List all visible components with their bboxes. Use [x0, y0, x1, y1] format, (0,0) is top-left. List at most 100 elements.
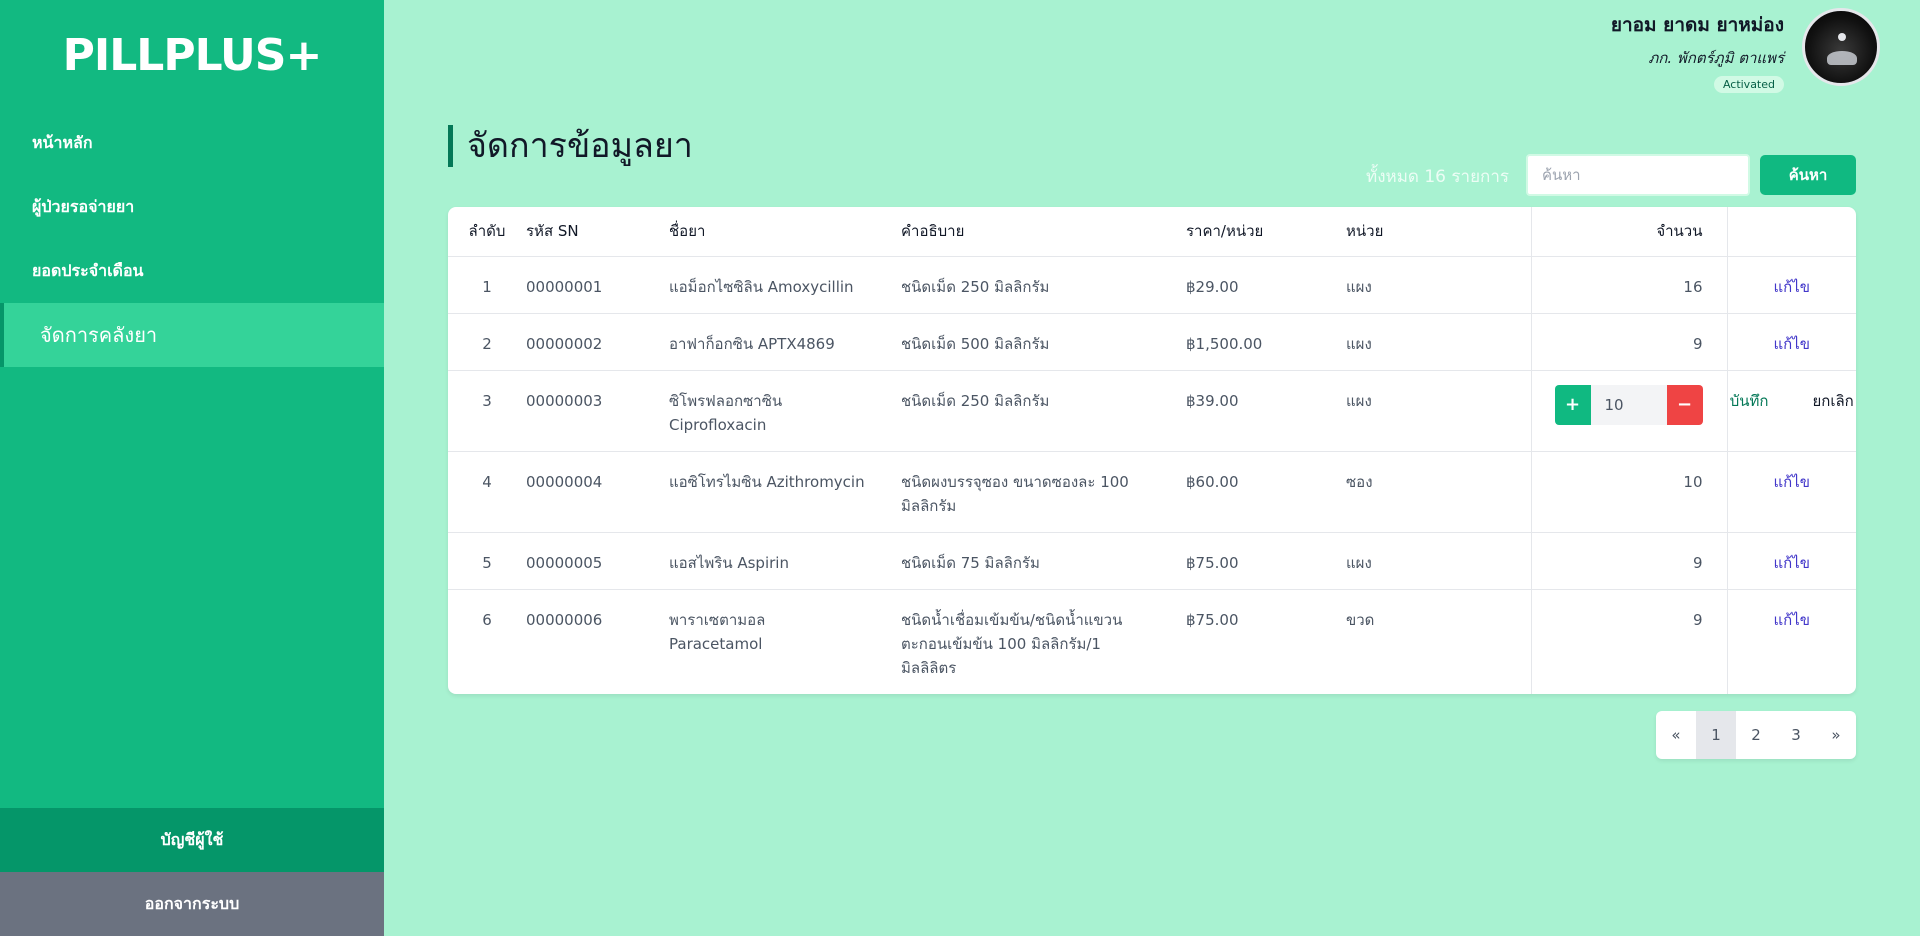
cell-qty: 10 — [1530, 451, 1727, 533]
table-row: 5 00000005 แอสไพริน Aspirin ชนิดเม็ด 75 … — [448, 532, 1856, 590]
cell-no: 3 — [448, 370, 526, 452]
edit-link[interactable]: แก้ไข — [1773, 554, 1810, 572]
cell-name: แอซิโทรไมซิน Azithromycin — [669, 451, 901, 533]
pagination-next[interactable]: » — [1816, 711, 1856, 759]
cell-action: บันทึก ยกเลิก — [1726, 370, 1856, 452]
cell-sn: 00000005 — [526, 532, 669, 590]
total-count: ทั้งหมด 16 รายการ — [1366, 167, 1510, 187]
header-desc: คำอธิบาย — [901, 207, 1186, 257]
cell-desc: ชนิดเม็ด 75 มิลลิกรัม — [901, 532, 1186, 590]
cell-price: ฿75.00 — [1186, 532, 1346, 590]
cell-price: ฿75.00 — [1186, 610, 1239, 629]
sidebar-item-monthly-summary[interactable]: ยอดประจำเดือน — [0, 239, 384, 303]
header-qty: จำนวน — [1530, 207, 1727, 257]
cell-action: แก้ไข — [1726, 589, 1856, 694]
cancel-button[interactable]: ยกเลิก — [1812, 392, 1853, 410]
cell-desc: ชนิดเม็ด 250 มิลลิกรัม — [901, 256, 1186, 314]
edit-link[interactable]: แก้ไข — [1773, 278, 1810, 296]
cell-no: 5 — [448, 532, 526, 590]
sidebar-item-inventory[interactable]: จัดการคลังยา — [0, 303, 384, 367]
pagination-page-1[interactable]: 1 — [1696, 711, 1736, 759]
status-badge: Activated — [1713, 76, 1784, 93]
sidebar: PILLPLUS+ หน้าหลัก ผู้ป่วยรอจ่ายยา ยอดปร… — [0, 0, 384, 936]
edit-link[interactable]: แก้ไข — [1773, 335, 1810, 353]
pagination-page-3[interactable]: 3 — [1776, 711, 1816, 759]
cell-name: แอสไพริน Aspirin — [669, 532, 901, 590]
cell-no: 1 — [448, 256, 526, 314]
table-header-row: ลำดับ รหัส SN ชื่อยา คำอธิบาย ราคา/หน่วย… — [448, 207, 1856, 257]
decrement-button[interactable]: − — [1666, 384, 1703, 425]
cell-no: 2 — [448, 313, 526, 371]
cell-unit: แผง — [1346, 256, 1531, 314]
cell-action: แก้ไข — [1726, 313, 1856, 371]
increment-button[interactable]: + — [1554, 384, 1591, 425]
medicine-table: ลำดับ รหัส SN ชื่อยา คำอธิบาย ราคา/หน่วย… — [448, 207, 1856, 694]
user-role: ภก. พักตร์ภูมิ ตาแพร่ — [1648, 49, 1784, 67]
cell-unit: แผง — [1346, 532, 1531, 590]
search-button[interactable]: ค้นหา — [1760, 155, 1856, 195]
cell-sn: 00000006 — [526, 610, 603, 629]
cell-qty: 9 — [1530, 532, 1727, 590]
cell-sn: 00000003 — [526, 370, 669, 452]
edit-link[interactable]: แก้ไข — [1773, 473, 1810, 491]
cell-action: แก้ไข — [1726, 532, 1856, 590]
cell-name: แอม็อกไซซิลิน Amoxycillin — [669, 256, 901, 314]
app-logo[interactable]: PILLPLUS+ — [0, 30, 384, 81]
header-price: ราคา/หน่วย — [1186, 207, 1346, 257]
cell-name: ซิโพรฟลอกซาซิน Ciprofloxacin — [669, 370, 901, 452]
quantity-input[interactable] — [1590, 384, 1667, 425]
pagination: « 1 2 3 » — [1656, 711, 1856, 759]
user-info: ยาอม ยาดม ยาหม่อง ภก. พักตร์ภูมิ ตาแพร่ … — [1611, 10, 1784, 93]
edit-link[interactable]: แก้ไข — [1773, 611, 1810, 629]
header-name: ชื่อยา — [669, 207, 901, 257]
cell-action: แก้ไข — [1726, 451, 1856, 533]
save-button[interactable]: บันทึก — [1730, 392, 1769, 410]
cell-desc: ชนิดเม็ด 500 มิลลิกรัม — [901, 313, 1186, 371]
cell-no: 4 — [448, 451, 526, 533]
cell-unit: แผง — [1346, 313, 1531, 371]
account-button[interactable]: บัญชีผู้ใช้ — [0, 808, 384, 872]
header-unit: หน่วย — [1346, 207, 1531, 257]
cell-price: ฿60.00 — [1186, 451, 1346, 533]
pagination-prev[interactable]: « — [1656, 711, 1696, 759]
search-input[interactable] — [1526, 154, 1750, 196]
header-sn: รหัส SN — [526, 207, 669, 257]
avatar[interactable] — [1802, 8, 1880, 86]
cell-price: ฿1,500.00 — [1186, 313, 1346, 371]
quantity-stepper: + − — [1554, 384, 1703, 425]
cell-qty-editor: + − — [1530, 370, 1727, 452]
logout-button[interactable]: ออกจากระบบ — [0, 872, 384, 936]
cell-name: พาราเซตามอล Paracetamol — [669, 610, 766, 653]
cell-price: ฿29.00 — [1186, 256, 1346, 314]
table-row: 4 00000004 แอซิโทรไมซิน Azithromycin ชนิ… — [448, 451, 1856, 533]
cell-sn: 00000002 — [526, 313, 669, 371]
sidebar-item-waiting-patients[interactable]: ผู้ป่วยรอจ่ายยา — [0, 175, 384, 239]
avatar-body-shape — [1827, 51, 1857, 65]
cell-unit: ขวด — [1346, 610, 1375, 629]
cell-qty: 16 — [1530, 256, 1727, 314]
cell-name: อาฟาก็อกซิน APTX4869 — [669, 313, 901, 371]
table-row: 6 00000006 พาราเซตามอล Paracetamol ชนิดน… — [448, 589, 1856, 694]
cell-price: ฿39.00 — [1186, 370, 1346, 452]
pagination-page-2[interactable]: 2 — [1736, 711, 1776, 759]
table-row: 1 00000001 แอม็อกไซซิลิน Amoxycillin ชนิ… — [448, 256, 1856, 314]
header-action — [1726, 207, 1856, 257]
avatar-head-shape — [1838, 33, 1846, 41]
cell-qty: 9 — [1530, 313, 1727, 371]
cell-no: 6 — [482, 610, 492, 629]
cell-desc: ชนิดน้ำเชื่อมเข้มข้น/ชนิดน้ำแขวนตะกอนเข้… — [901, 610, 1123, 677]
page-title: จัดการข้อมูลยา — [448, 125, 693, 167]
cell-unit: ซอง — [1346, 451, 1531, 533]
cell-desc: ชนิดผงบรรจุซอง ขนาดซองละ 100 มิลลิกรัม — [901, 451, 1186, 533]
sidebar-item-home[interactable]: หน้าหลัก — [0, 111, 384, 175]
user-name: ยาอม ยาดม ยาหม่อง — [1610, 14, 1784, 36]
cell-unit: แผง — [1346, 370, 1531, 452]
cell-action: แก้ไข — [1726, 256, 1856, 314]
cell-sn: 00000004 — [526, 451, 669, 533]
table-row-editing: 3 00000003 ซิโพรฟลอกซาซิน Ciprofloxacin … — [448, 370, 1856, 452]
header-no: ลำดับ — [448, 207, 526, 257]
cell-qty: 9 — [1530, 589, 1727, 694]
cell-desc: ชนิดเม็ด 250 มิลลิกรัม — [901, 370, 1186, 452]
cell-sn: 00000001 — [526, 256, 669, 314]
table-row: 2 00000002 อาฟาก็อกซิน APTX4869 ชนิดเม็ด… — [448, 313, 1856, 371]
